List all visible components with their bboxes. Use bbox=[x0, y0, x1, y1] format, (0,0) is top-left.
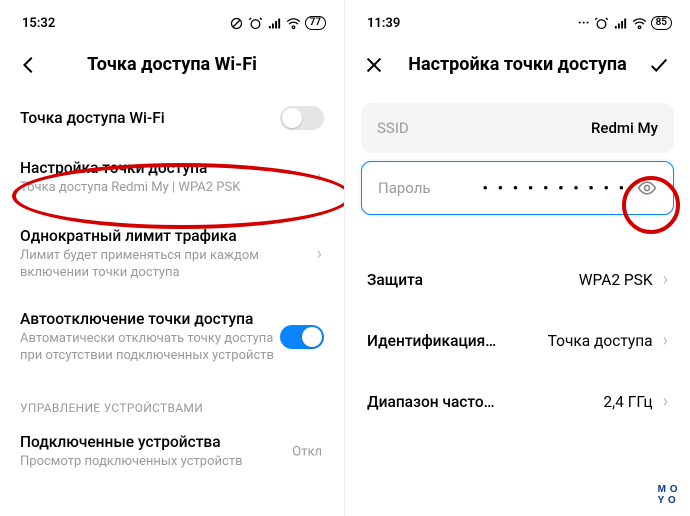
wifi-icon bbox=[286, 16, 301, 31]
row-label: Защита bbox=[367, 271, 423, 289]
row-hotspot-toggle[interactable]: Точка доступа Wi-Fi bbox=[0, 95, 344, 141]
row-label: Автоотключение точки доступа bbox=[20, 310, 324, 328]
row-value: Точка доступа bbox=[548, 332, 653, 350]
row-auto-off[interactable]: Автоотключение точки доступа Автоматичес… bbox=[0, 296, 344, 379]
chevron-left-icon bbox=[18, 54, 40, 76]
field-value: Redmi My bbox=[591, 119, 658, 137]
chevron-right-icon: › bbox=[663, 391, 668, 412]
row-label: Однократный лимит трафика bbox=[20, 227, 324, 245]
chevron-right-icon: › bbox=[663, 330, 668, 351]
row-sub: Лимит будет применяться при каждом включ… bbox=[20, 247, 324, 282]
right-screen: 11:39 ··· 85 Настройка точки доступа SSI… bbox=[345, 0, 690, 516]
chevron-right-icon: › bbox=[663, 269, 668, 290]
toggle-auto-off[interactable] bbox=[280, 325, 324, 349]
left-screen: 15:32 77 Точка доступа Wi-Fi Точка досту… bbox=[0, 0, 345, 516]
row-configure-hotspot[interactable]: Настройка точки доступа Точка доступа Re… bbox=[0, 141, 344, 213]
check-icon bbox=[648, 54, 670, 76]
field-ssid[interactable]: SSID Redmi My bbox=[361, 103, 674, 153]
row-value: Откл bbox=[292, 444, 322, 459]
row-label: Идентификация… bbox=[367, 332, 496, 350]
field-password[interactable]: Пароль • • • • • • • • • • bbox=[361, 161, 674, 215]
toggle-hotspot[interactable] bbox=[280, 106, 324, 130]
appbar: Настройка точки доступа bbox=[345, 40, 690, 95]
close-button[interactable] bbox=[363, 54, 385, 80]
close-icon bbox=[363, 54, 385, 76]
row-value: 2,4 ГГц bbox=[603, 393, 652, 411]
status-icons: ··· 85 bbox=[578, 16, 672, 31]
row-label: Точка доступа Wi-Fi bbox=[20, 109, 324, 127]
status-bar: 15:32 77 bbox=[0, 0, 344, 40]
status-time: 11:39 bbox=[367, 16, 400, 31]
brand-logo: M O Y O bbox=[658, 485, 678, 506]
field-label: Пароль bbox=[378, 179, 431, 197]
status-bar: 11:39 ··· 85 bbox=[345, 0, 690, 40]
battery-pill: 85 bbox=[651, 16, 672, 30]
row-sub: Автоматически отключать точку доступа пр… bbox=[20, 330, 324, 365]
toggle-knob bbox=[282, 108, 302, 128]
status-time: 15:32 bbox=[22, 16, 55, 31]
signal-icon bbox=[613, 16, 628, 31]
wifi-icon bbox=[632, 16, 647, 31]
page-title: Точка доступа Wi-Fi bbox=[87, 54, 257, 75]
password-mask: • • • • • • • • • • bbox=[483, 179, 627, 197]
status-icons: 77 bbox=[229, 16, 326, 31]
row-identification[interactable]: Идентификация… Точка доступа › bbox=[345, 310, 690, 371]
alarm-icon bbox=[248, 16, 263, 31]
row-connected-devices[interactable]: Подключенные устройства Просмотр подключ… bbox=[0, 419, 344, 485]
row-band[interactable]: Диапазон часто… 2,4 ГГц › bbox=[345, 371, 690, 432]
row-traffic-limit[interactable]: Однократный лимит трафика Лимит будет пр… bbox=[0, 213, 344, 296]
more-icon: ··· bbox=[578, 16, 590, 31]
row-security[interactable]: Защита WPA2 PSK › bbox=[345, 249, 690, 310]
signal-icon bbox=[267, 16, 282, 31]
eye-icon[interactable] bbox=[637, 178, 657, 198]
dnd-icon bbox=[229, 16, 244, 31]
row-sub: Точка доступа Redmi My | WPA2 PSK bbox=[20, 179, 324, 197]
page-title: Настройка точки доступа bbox=[408, 54, 627, 75]
row-label: Подключенные устройства bbox=[20, 433, 324, 451]
confirm-button[interactable] bbox=[648, 54, 670, 80]
field-label: SSID bbox=[377, 119, 409, 137]
row-sub: Просмотр подключенных устройств bbox=[20, 453, 324, 471]
back-button[interactable] bbox=[18, 54, 40, 80]
row-value: WPA2 PSK bbox=[579, 271, 653, 289]
toggle-knob bbox=[302, 327, 322, 347]
chevron-right-icon: › bbox=[317, 244, 322, 265]
row-label: Диапазон часто… bbox=[367, 393, 495, 411]
battery-pill: 77 bbox=[305, 16, 326, 30]
row-label: Настройка точки доступа bbox=[20, 159, 324, 177]
alarm-icon bbox=[594, 16, 609, 31]
appbar: Точка доступа Wi-Fi bbox=[0, 40, 344, 95]
section-devices-label: УПРАВЛЕНИЕ УСТРОЙСТВАМИ bbox=[0, 379, 344, 419]
chevron-right-icon: › bbox=[317, 166, 322, 187]
